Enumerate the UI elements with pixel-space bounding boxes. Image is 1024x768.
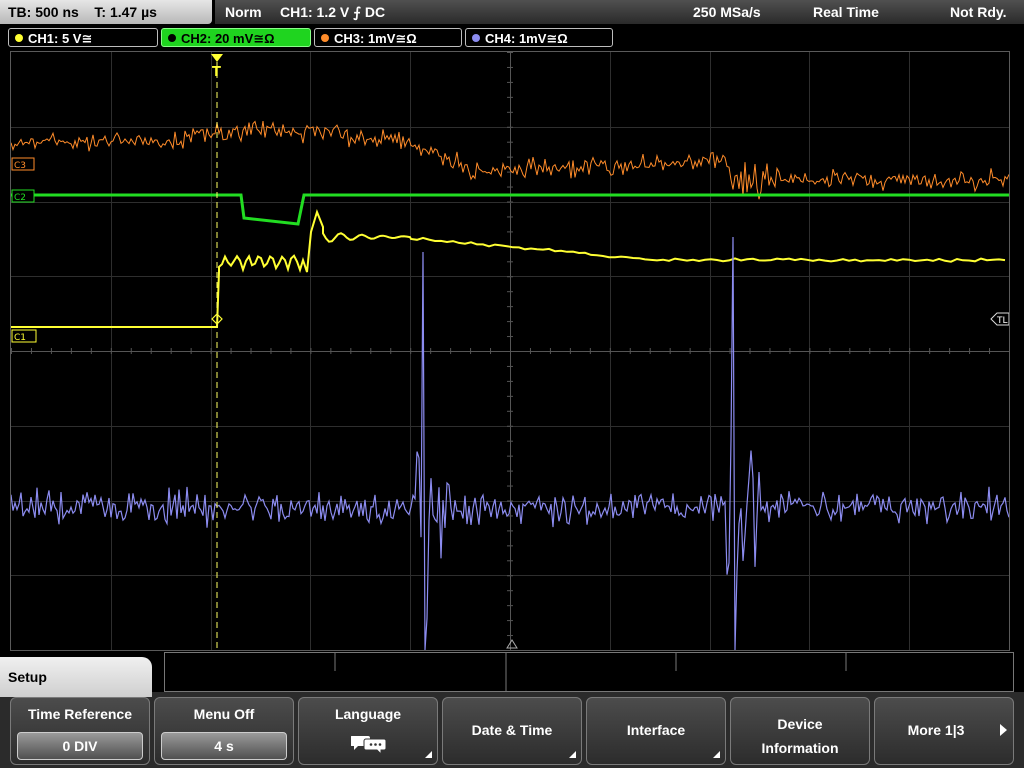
ch2-color-dot bbox=[168, 34, 176, 42]
acquisition-status-bar: Norm CH1: 1.2 V ⨍ DC 250 MSa/s Real Time… bbox=[215, 0, 1024, 24]
more-label: More 1|3 bbox=[907, 722, 965, 738]
device-information-button[interactable]: Device Information bbox=[730, 697, 870, 765]
tab-ch2[interactable]: CH2: 20 mV≅Ω bbox=[161, 28, 311, 47]
sample-rate: 250 MSa/s bbox=[693, 4, 761, 20]
waveform-display[interactable]: T C3 C2 C1 TL bbox=[10, 51, 1010, 651]
tab-ch3[interactable]: CH3: 1mV≅Ω bbox=[314, 28, 462, 47]
ch4-color-dot bbox=[472, 34, 480, 42]
trigger-position-label: T bbox=[212, 65, 221, 80]
speech-bubbles-icon bbox=[351, 736, 387, 754]
menu-off-button[interactable]: Menu Off 4 s bbox=[154, 697, 294, 765]
device-info-line2: Information bbox=[761, 740, 839, 756]
ch1-label: CH1: 5 V≅ bbox=[28, 31, 93, 46]
device-info-text: Device Information bbox=[731, 712, 869, 760]
interface-button[interactable]: Interface bbox=[586, 697, 726, 765]
menu-title-tab: Setup bbox=[0, 657, 152, 697]
timebase-label: TB: bbox=[8, 4, 32, 20]
timebase-value: 500 ns bbox=[35, 4, 79, 20]
ch3-label: CH3: 1mV≅Ω bbox=[334, 31, 417, 46]
ch2-label: CH2: 20 mV≅Ω bbox=[181, 31, 275, 46]
c2-marker: C2 bbox=[11, 189, 35, 203]
c3-marker: C3 bbox=[11, 157, 35, 171]
graticule-grid bbox=[11, 52, 1009, 650]
trigger-time-value: 1.47 µs bbox=[109, 4, 157, 20]
interface-label: Interface bbox=[626, 722, 686, 738]
svg-text:TL: TL bbox=[996, 316, 1008, 326]
ch1-color-dot bbox=[15, 34, 23, 42]
menu-off-label: Menu Off bbox=[193, 706, 255, 722]
horizontal-position-marker bbox=[506, 639, 518, 649]
menu-off-value[interactable]: 4 s bbox=[161, 732, 287, 760]
date-time-button[interactable]: Date & Time bbox=[442, 697, 582, 765]
waveform-canvas[interactable]: T C3 C2 C1 TL bbox=[11, 52, 1009, 650]
info-strip bbox=[164, 652, 1014, 692]
language-label: Language bbox=[334, 706, 402, 722]
menu-title: Setup bbox=[8, 669, 47, 685]
next-page-arrow-icon bbox=[1000, 724, 1007, 736]
ch1-trace bbox=[11, 208, 1006, 328]
submenu-indicator-icon bbox=[425, 751, 432, 758]
top-status-bar: TB: 500 ns T: 1.47 µs Norm CH1: 1.2 V ⨍ … bbox=[0, 0, 1024, 24]
trigger-mode[interactable]: Norm bbox=[225, 0, 262, 24]
time-reference-label: Time Reference bbox=[27, 706, 132, 722]
device-info-line1: Device bbox=[777, 716, 823, 732]
run-status: Not Rdy. bbox=[950, 4, 1007, 20]
svg-text:C2: C2 bbox=[14, 193, 26, 203]
tab-ch1[interactable]: CH1: 5 V≅ bbox=[8, 28, 158, 47]
time-reference-button[interactable]: Time Reference 0 DIV bbox=[10, 697, 150, 765]
submenu-indicator-icon bbox=[569, 751, 576, 758]
c1-marker: C1 bbox=[11, 329, 37, 343]
more-button[interactable]: More 1|3 bbox=[874, 697, 1014, 765]
submenu-indicator-icon bbox=[713, 751, 720, 758]
date-time-label: Date & Time bbox=[471, 722, 553, 738]
trigger-position-marker: T bbox=[211, 54, 223, 80]
tab-ch4[interactable]: CH4: 1mV≅Ω bbox=[465, 28, 613, 47]
svg-text:C1: C1 bbox=[14, 333, 26, 343]
timebase-box[interactable]: TB: 500 ns T: 1.47 µs bbox=[0, 0, 212, 24]
trigger-time-label: T: bbox=[94, 4, 107, 20]
trigger-source[interactable]: CH1: 1.2 V ⨍ DC bbox=[280, 0, 385, 24]
trigger-level-marker: TL bbox=[990, 312, 1009, 326]
svg-text:C3: C3 bbox=[14, 161, 26, 171]
ch3-color-dot bbox=[321, 34, 329, 42]
time-reference-value[interactable]: 0 DIV bbox=[17, 732, 143, 760]
ch4-label: CH4: 1mV≅Ω bbox=[485, 31, 568, 46]
language-button[interactable]: Language bbox=[298, 697, 438, 765]
info-strip-dividers bbox=[334, 653, 847, 691]
acquisition-mode: Real Time bbox=[813, 4, 879, 20]
